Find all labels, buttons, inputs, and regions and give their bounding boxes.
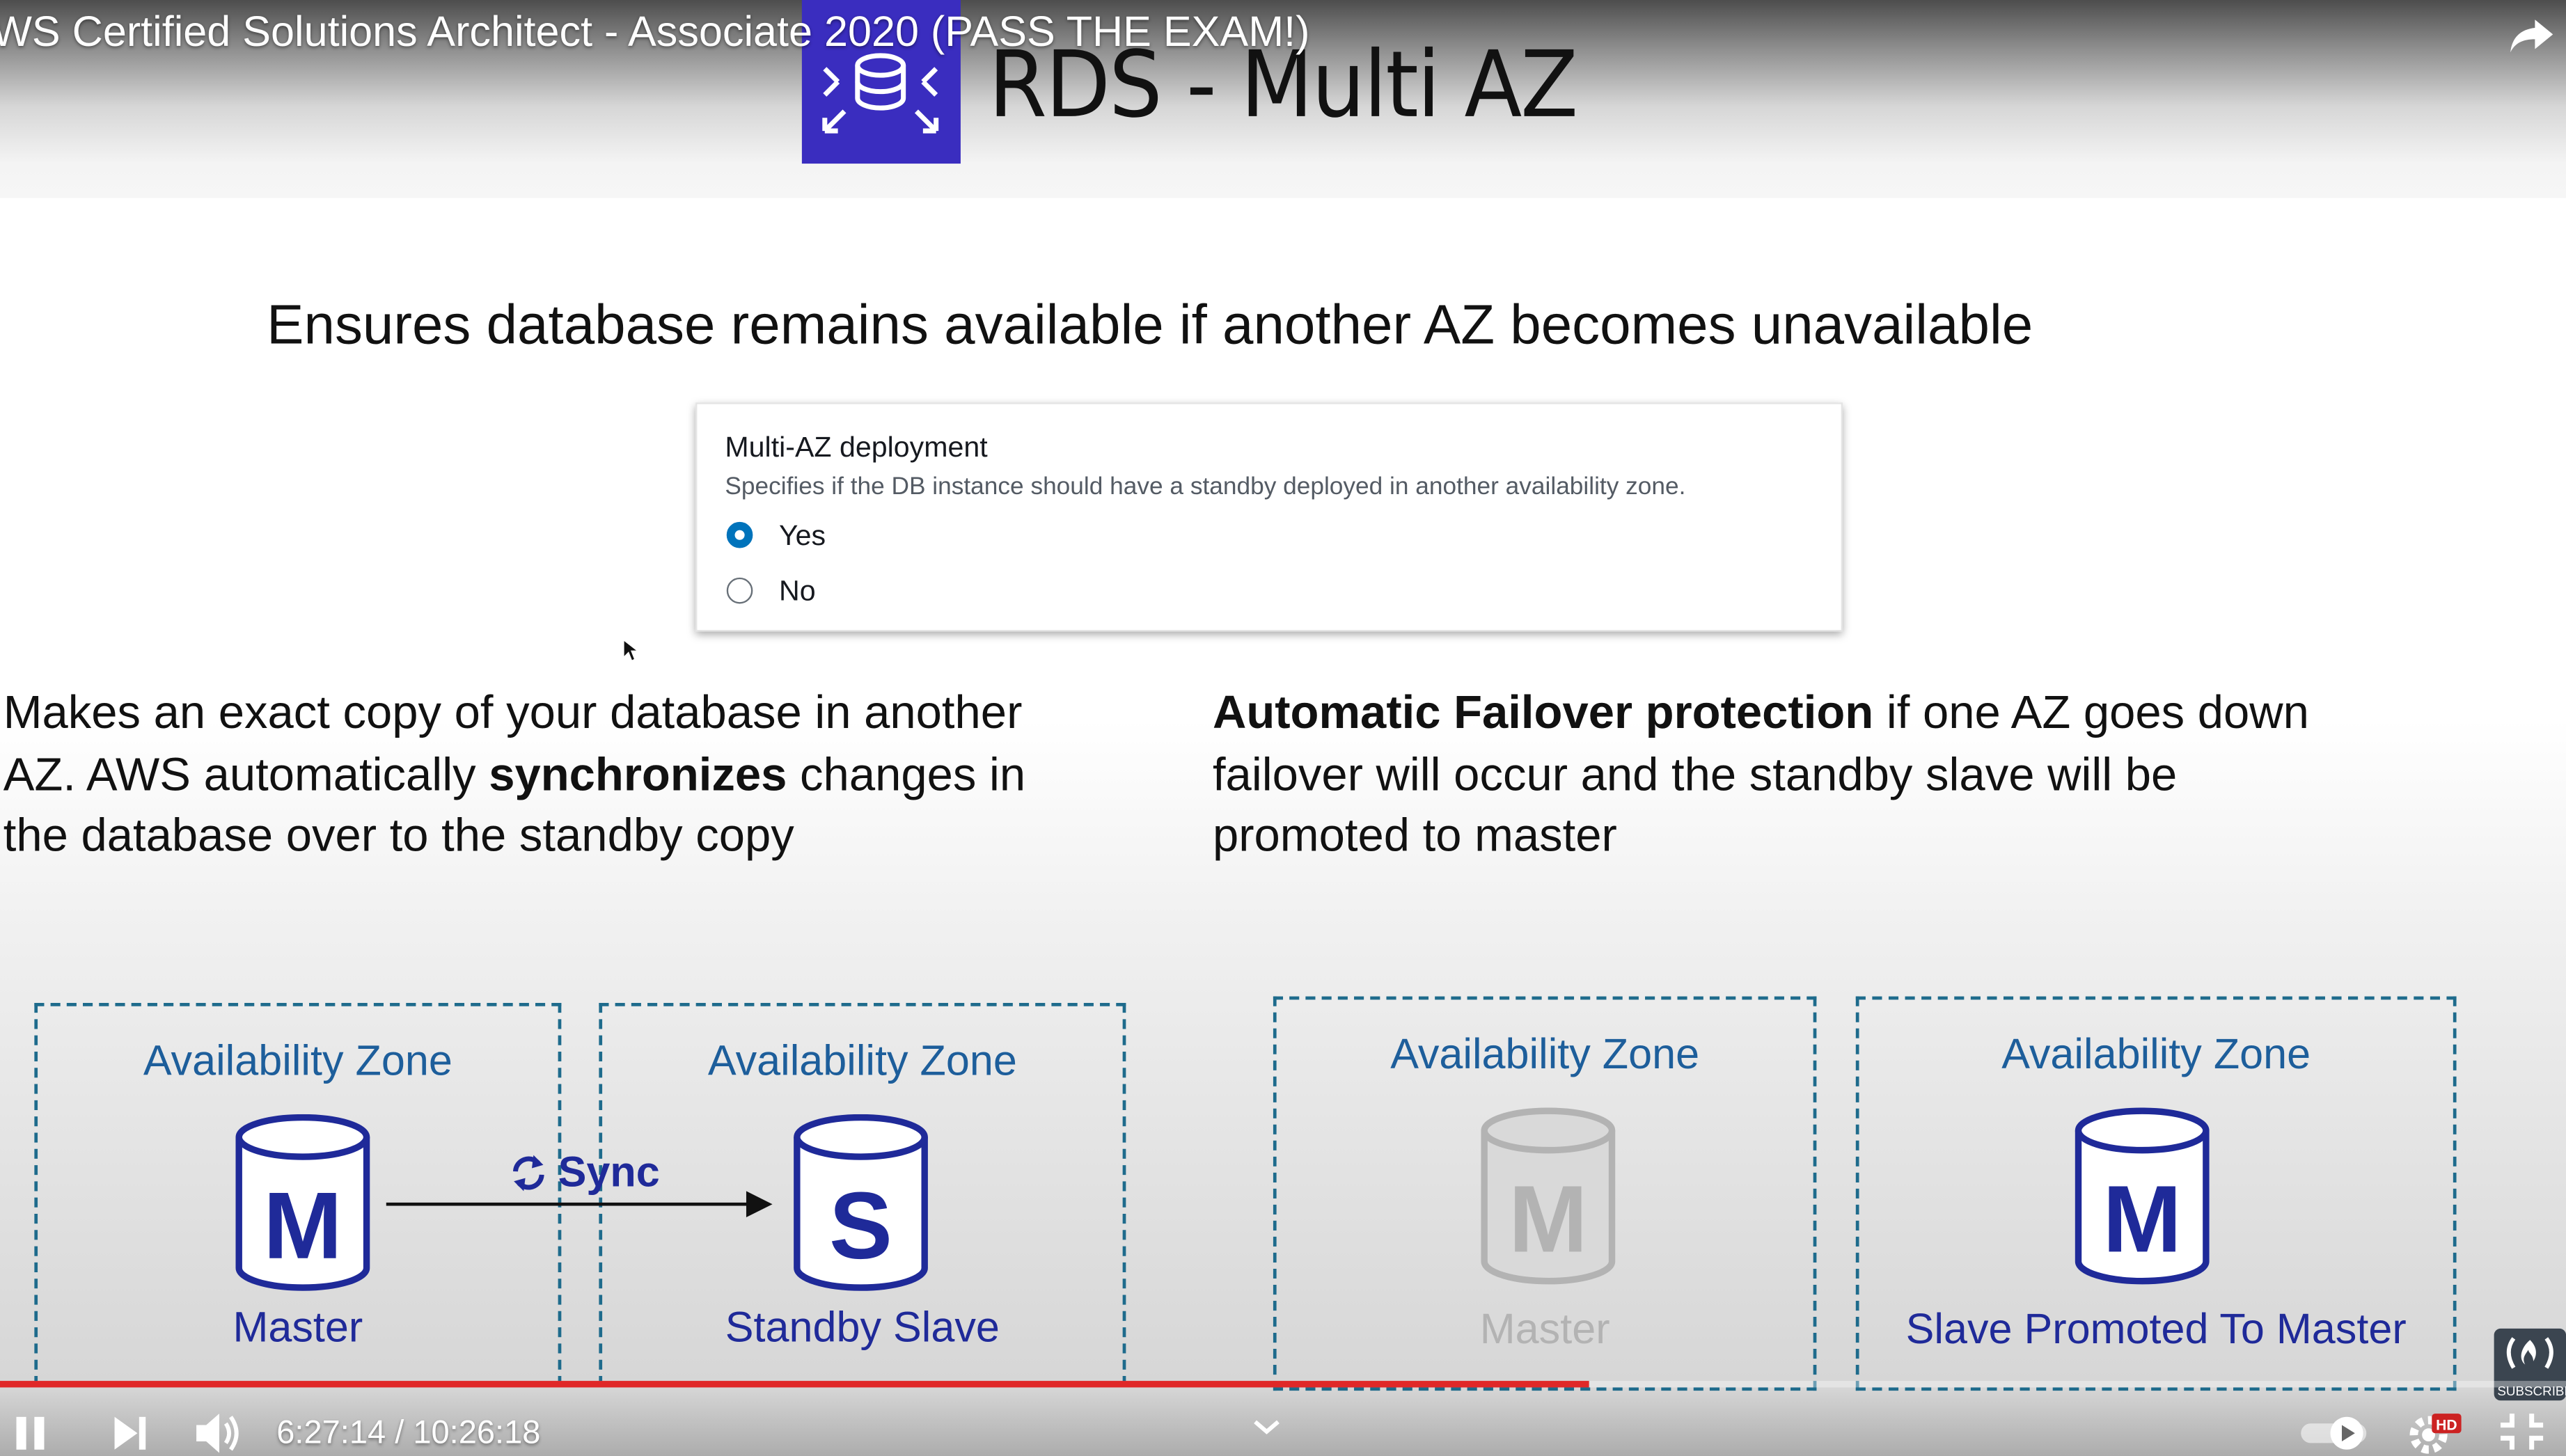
db-letter: M [263,1173,343,1279]
video-title[interactable]: WS Certified Solutions Architect - Assoc… [0,6,1309,57]
sync-description-line1: Makes an exact copy of your database in … [3,687,1023,740]
share-icon[interactable] [2507,10,2556,59]
zone-caption: Standby Slave [725,1302,1000,1352]
radio-yes-label[interactable]: Yes [779,519,826,553]
chevron-down-icon[interactable] [1250,1417,1283,1437]
multi-az-deployment-panel: Multi-AZ deployment Specifies if the DB … [695,402,1843,632]
autoplay-toggle-icon[interactable] [2298,1414,2373,1453]
db-letter: M [1509,1166,1588,1272]
zone-caption: Slave Promoted To Master [1905,1304,2407,1354]
progress-played[interactable] [0,1381,1590,1388]
radio-no[interactable] [726,577,753,604]
failover-description-line3: promoted to master [1212,809,1617,862]
zone-title: Availability Zone [143,1036,452,1085]
exit-fullscreen-icon[interactable] [2497,1410,2547,1453]
standby-database-icon: S [794,1114,928,1291]
volume-icon[interactable] [193,1410,245,1456]
sync-label: Sync [558,1146,660,1196]
failover-description-line1: Automatic Failover protection if one AZ … [1212,687,2309,740]
pause-icon[interactable] [13,1414,49,1453]
freecodecamp-logo-icon [2506,1337,2553,1369]
mouse-cursor-icon [622,638,638,663]
sync-description-line2: AZ. AWS automatically synchronizes chang… [3,748,1026,801]
settings-gear-icon[interactable]: HD [2406,1410,2465,1456]
sync-icon [512,1155,544,1192]
radio-no-label[interactable]: No [779,574,816,608]
db-letter: M [2102,1166,2182,1272]
zone-caption: Master [1479,1304,1610,1354]
zone-title: Availability Zone [2001,1029,2311,1079]
failed-master-database-icon: M [1481,1107,1616,1285]
video-frame[interactable]: RDS - Multi AZ WS Certified Solutions Ar… [0,0,2566,1456]
zone-caption: Master [233,1302,363,1352]
time-display: 6:27:14 / 10:26:18 [276,1415,541,1452]
availability-zone-3: Availability Zone M Master [1273,996,1817,1391]
failover-description: Automatic Failover protection if one AZ … [1213,684,2457,868]
radio-yes[interactable] [726,521,753,548]
db-letter: S [829,1173,892,1279]
panel-description: Specifies if the DB instance should have… [725,473,1686,501]
zone-title: Availability Zone [707,1036,1017,1085]
sync-description-line3: the database over to the standby copy [3,809,794,862]
master-database-icon: M [235,1114,370,1291]
promoted-master-database-icon: M [2075,1107,2210,1285]
failover-description-line2: failover will occur and the standby slav… [1212,748,2178,801]
panel-heading: Multi-AZ deployment [725,430,988,464]
zone-title: Availability Zone [1390,1029,1700,1079]
next-icon[interactable] [111,1414,150,1453]
sync-description: Makes an exact copy of your database in … [3,684,1182,868]
availability-zone-4: Availability Zone M Slave Promoted To Ma… [1855,996,2457,1391]
slide-subtitle: Ensures database remains available if an… [267,294,2033,357]
hd-badge: HD [2436,1418,2457,1434]
